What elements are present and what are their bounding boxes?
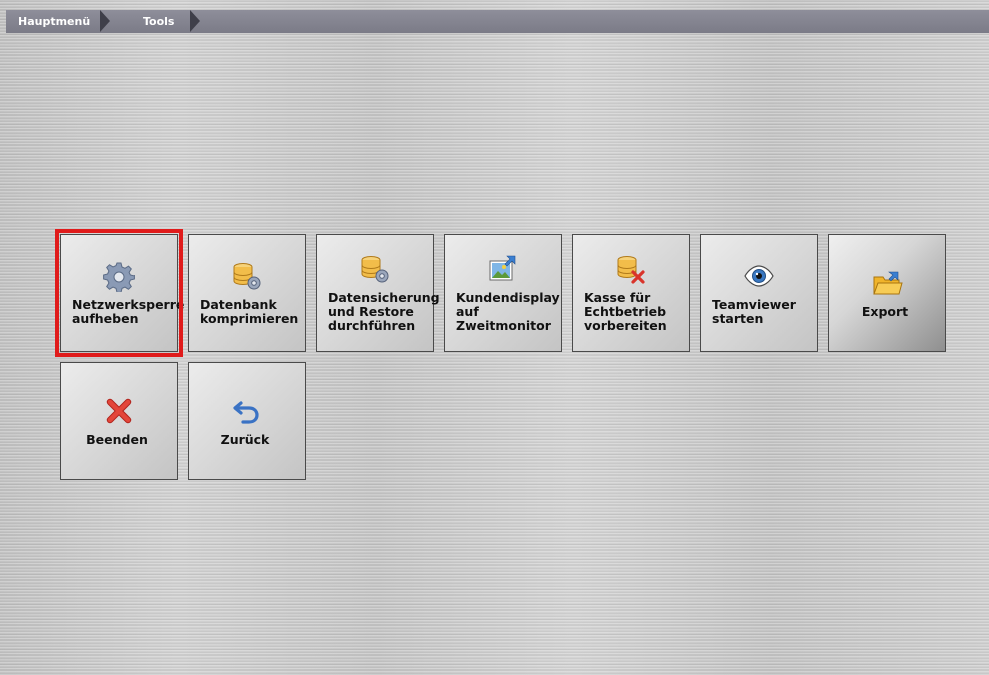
breadcrumb-home-label: Hauptmenü xyxy=(18,15,91,28)
kundendisplay-zweitmonitor-button[interactable]: Kundendisplay auf Zweitmonitor xyxy=(444,234,562,352)
tile-label: Datenbank komprimieren xyxy=(200,297,299,326)
tile-label: Beenden xyxy=(86,432,148,447)
breadcrumb-separator-icon xyxy=(190,10,200,32)
database-gear-icon xyxy=(361,256,389,283)
netzwerksperre-aufheben-button[interactable]: Netzwerksperre aufheben xyxy=(55,229,184,357)
teamviewer-starten-button[interactable]: Teamviewer starten xyxy=(700,234,818,352)
gear-icon xyxy=(103,262,135,292)
datensicherung-restore-button[interactable]: Datensicherung und Restore durchführen xyxy=(316,234,440,352)
database-gear-icon xyxy=(233,263,261,290)
picture-export-icon xyxy=(489,255,516,281)
tile-label: Kasse für Echtbetrieb vorbereiten xyxy=(584,290,667,333)
tile-label: Netzwerksperre aufheben xyxy=(72,297,185,326)
datenbank-komprimieren-button[interactable]: Datenbank komprimieren xyxy=(188,234,306,352)
tile-label: Teamviewer starten xyxy=(712,297,796,326)
beenden-button[interactable]: Beenden xyxy=(60,362,178,480)
tile-label: Kundendisplay auf Zweitmonitor xyxy=(456,290,560,333)
tile-label: Zurück xyxy=(220,432,270,447)
breadcrumb-home[interactable]: Hauptmenü xyxy=(6,10,110,33)
eye-icon xyxy=(744,265,774,287)
tile-label: Export xyxy=(861,304,909,319)
folder-export-icon xyxy=(873,271,903,295)
zurueck-button[interactable]: Zurück xyxy=(188,362,306,480)
breadcrumb-tools-label: Tools xyxy=(143,15,175,28)
breadcrumb: Hauptmenü Tools xyxy=(6,10,989,33)
export-button[interactable]: Export xyxy=(828,234,946,352)
kasse-echtbetrieb-button[interactable]: Kasse für Echtbetrieb vorbereiten xyxy=(572,234,690,352)
tile-label: Datensicherung und Restore durchführen xyxy=(328,290,440,333)
close-icon xyxy=(106,398,132,424)
database-delete-icon xyxy=(617,256,645,284)
undo-icon xyxy=(233,401,259,424)
breadcrumb-separator-icon xyxy=(100,10,110,32)
breadcrumb-tools[interactable]: Tools xyxy=(100,10,200,33)
